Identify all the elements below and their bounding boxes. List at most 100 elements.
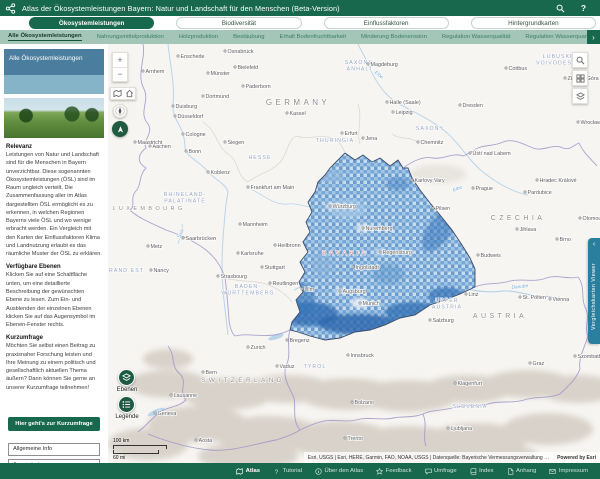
map-city-dot: [239, 223, 241, 225]
layers-icon: [122, 373, 131, 382]
map-city-label: Bielefeld: [238, 65, 259, 71]
footer-tab-label: Tutorial: [283, 468, 302, 474]
map-city-label: Pardubice: [528, 190, 552, 196]
compass-button[interactable]: [113, 104, 127, 118]
map-search-button[interactable]: [572, 52, 588, 68]
map-city-dot: [150, 269, 152, 271]
help-icon[interactable]: ?: [579, 4, 588, 13]
scalebar: 100 km 60 mi: [113, 438, 167, 461]
footer-tab-feedback[interactable]: Feedback: [376, 468, 411, 475]
subnav-tab-minderung-bodenerosion[interactable]: Minderung Bodenerosion: [361, 34, 427, 40]
subnav-tab-holzproduktion[interactable]: Holzproduktion: [179, 34, 218, 40]
map-attribution: Esri, USGS | Esri, HERE, Garmin, FAO, NO…: [304, 452, 600, 463]
map-country-label: AUSTRIA: [473, 313, 527, 320]
search-icon[interactable]: [556, 4, 565, 13]
sidebar-link-allgemeine-info[interactable]: Allgemeine Info: [8, 443, 100, 456]
map-city-label: Strasbourg: [221, 274, 247, 280]
compare-viewer-label: Vergleichskarten Viewer: [591, 263, 597, 330]
map-city-label: Bern: [206, 370, 217, 376]
subnav-tab-nahrungsmittelproduktion[interactable]: Nahrungsmittelproduktion: [97, 34, 164, 40]
subnav-tab-best-ubung[interactable]: Bestäubung: [233, 34, 264, 40]
map-city-label: Ústí nad Labem: [473, 150, 512, 157]
map-city-label: Cologne: [186, 132, 206, 138]
nav-tab-biodiversit-t[interactable]: Biodiversität: [176, 17, 301, 29]
map-city-dot: [417, 141, 419, 143]
map-city-dot: [207, 72, 209, 74]
footer-tab-anhang[interactable]: Anhang: [507, 468, 537, 475]
map-city-dot: [477, 254, 479, 256]
map-city-dot: [286, 339, 288, 341]
map-city-dot: [549, 298, 551, 300]
nav-tab-kosystemleistungen[interactable]: Ökosystemleistungen: [29, 17, 154, 29]
map-city-label: Chemnitz: [421, 140, 444, 146]
map-canvas[interactable]: GERMANYCZECHIAAUSTRIASWITZERLANDLUXEMBOU…: [108, 44, 600, 463]
map-city-label: Regensburg: [383, 250, 412, 256]
map-city-dot: [536, 179, 538, 181]
sidebar-link-list: Allgemeine InfoAggregierte Ökosystemleis…: [8, 443, 100, 463]
footer-tab-label: Feedback: [386, 468, 412, 474]
mail-icon: [549, 468, 556, 475]
footer-tab-impressum[interactable]: Impressum: [549, 468, 588, 475]
legend-button[interactable]: [118, 396, 135, 413]
map-city-dot: [154, 412, 156, 414]
panel-title-band: [4, 75, 104, 94]
map-city-label: Düsseldorf: [178, 114, 204, 120]
survey-button[interactable]: Hier geht's zur Kurzumfrage: [8, 417, 100, 431]
svg-text:?: ?: [275, 468, 279, 474]
map-city-dot: [195, 439, 197, 441]
map-city-label: Nuremberg: [366, 226, 393, 232]
footer-tab-ber-den-atlas[interactable]: Über den Atlas: [315, 468, 363, 475]
chat-icon: [425, 468, 432, 475]
map-city-dot: [367, 63, 369, 65]
zoom-out-button[interactable]: −: [113, 68, 127, 82]
map-city-label: Maastricht: [138, 140, 163, 146]
footer-tab-atlas[interactable]: Atlas: [236, 468, 260, 475]
subnav-more-arrow-button[interactable]: ›: [587, 30, 600, 44]
locate-button[interactable]: [112, 121, 128, 137]
map-city-dot: [234, 66, 236, 68]
layers-button[interactable]: [118, 369, 135, 386]
map-city-label: Vienna: [553, 297, 570, 303]
footer-tab-tutorial[interactable]: ? Tutorial: [273, 468, 302, 475]
map-region-label: GRAND EST: [108, 268, 144, 274]
map-city-label: Stuttgart: [265, 265, 286, 271]
footer-tab-index[interactable]: Index: [470, 468, 494, 475]
map-city-label: Augsburg: [343, 289, 366, 295]
zoom-control: + −: [112, 52, 128, 82]
map-city-label: Karlsruhe: [241, 251, 264, 257]
book-icon: [470, 468, 477, 475]
info-sidebar: Alle Ökosystemleistungen RelevanzLeistun…: [0, 44, 108, 463]
map-city-label: Koblenz: [211, 170, 231, 176]
compare-viewer-tab[interactable]: ‹ Vergleichskarten Viewer: [588, 238, 600, 344]
map-bavaria-label: BAVARIA: [322, 250, 368, 257]
map-city-label: Bolzano: [355, 400, 374, 406]
footer-tab-umfrage[interactable]: Umfrage: [425, 468, 457, 475]
map-city-label: Enschede: [181, 54, 205, 60]
map-icon: [236, 468, 243, 475]
map-city-label: Münster: [211, 71, 231, 77]
map-city-dot: [564, 77, 566, 79]
map-city-dot: [274, 244, 276, 246]
home-extent-button[interactable]: [110, 87, 136, 100]
map-city-dot: [147, 245, 149, 247]
footer-tab-label: Umfrage: [434, 468, 457, 474]
map-city-label: Duisburg: [176, 104, 198, 110]
layer-list-button[interactable]: [572, 88, 588, 104]
map-city-dot: [339, 290, 341, 292]
basemap-gallery-button[interactable]: [572, 70, 588, 86]
subnav-tab-regulation-wasserqualit-t[interactable]: Regulation Wasserqualität: [442, 34, 511, 40]
map-city-dot: [392, 111, 394, 113]
nav-tab-einflussfaktoren[interactable]: Einflussfaktoren: [324, 17, 449, 29]
zoom-in-button[interactable]: +: [113, 53, 127, 68]
subnav-tab-alle-kosystemleistungen[interactable]: Alle Ökosystemleistungen: [8, 33, 82, 41]
map-country-label: SWITZERLAND: [201, 377, 285, 384]
nav-tab-hintergrundkarten[interactable]: Hintergrundkarten: [471, 17, 596, 29]
map-city-label: Dortmund: [206, 94, 230, 100]
map-city-label: Munich: [363, 301, 380, 307]
home-icon: [125, 89, 134, 98]
map-city-dot: [202, 371, 204, 373]
subnav-tab-erhalt-bodenfruchtbarkeit[interactable]: Erhalt Bodenfruchtbarkeit: [280, 34, 346, 40]
map-city-label: Klagenfurt: [458, 381, 483, 387]
map-region-label: UPPERAUSTRIA: [432, 298, 462, 310]
map-city-dot: [411, 179, 413, 181]
